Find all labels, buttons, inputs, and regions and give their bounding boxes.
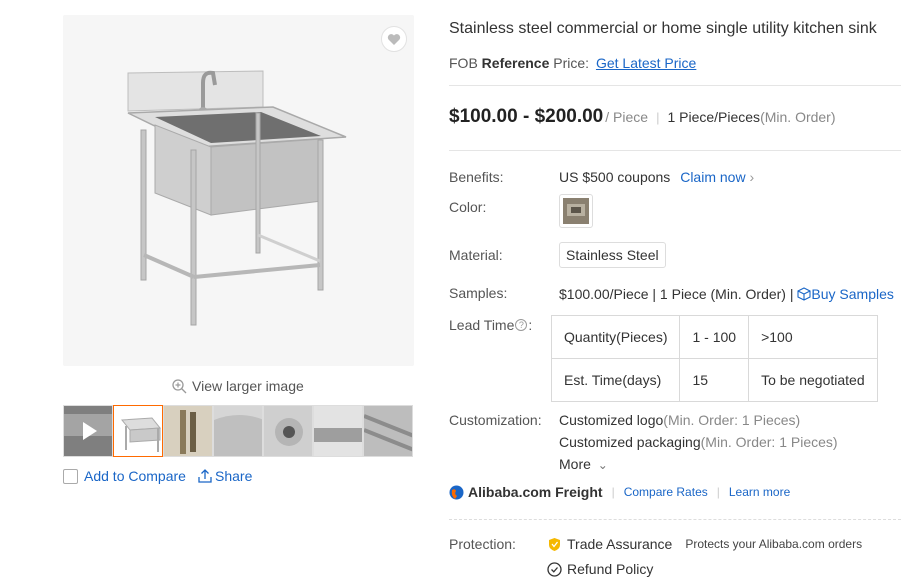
customized-packaging-row: Customized packaging(Min. Order: 1 Piece… bbox=[559, 434, 838, 450]
material-chip[interactable]: Stainless Steel bbox=[559, 242, 666, 268]
fob-prefix: FOB bbox=[449, 55, 478, 71]
material-label: Material: bbox=[449, 247, 503, 263]
table-cell: 15 bbox=[679, 358, 750, 402]
customized-packaging-note: (Min. Order: 1 Pieces) bbox=[700, 434, 838, 450]
lead-time-colon: : bbox=[528, 317, 533, 333]
compare-rates-link[interactable]: Compare Rates bbox=[624, 485, 708, 499]
divider: | bbox=[611, 485, 615, 499]
learn-more-link[interactable]: Learn more bbox=[729, 485, 790, 499]
customized-packaging: Customized packaging bbox=[559, 434, 701, 450]
view-larger-image-link[interactable]: View larger image bbox=[172, 376, 304, 396]
price-row: $100.00 - $200.00 / Piece | 1 Piece/Piec… bbox=[449, 106, 836, 128]
sink-thumbnail-art bbox=[121, 417, 161, 452]
claim-now-label: Claim now bbox=[680, 169, 746, 185]
edge-thumbnail-art bbox=[314, 406, 362, 456]
trade-assurance-icon bbox=[549, 537, 560, 551]
thumbnail-edge[interactable] bbox=[313, 405, 363, 457]
customization-label: Customization: bbox=[449, 412, 542, 428]
customized-logo: Customized logo bbox=[559, 412, 664, 428]
divider: | bbox=[716, 485, 720, 499]
compare-checkbox[interactable] bbox=[63, 468, 78, 484]
coupon-text: US $500 coupons bbox=[559, 169, 671, 185]
product-title: Stainless steel commercial or home singl… bbox=[449, 20, 877, 37]
heart-icon bbox=[387, 33, 401, 45]
zoom-in-icon bbox=[172, 378, 187, 393]
customized-logo-note: (Min. Order: 1 Pieces) bbox=[663, 412, 801, 428]
get-latest-price-link[interactable]: Get Latest Price bbox=[596, 55, 696, 71]
lead-time-label-row: Lead Time ? : bbox=[449, 317, 532, 333]
divider bbox=[449, 150, 901, 151]
price-separator: | bbox=[656, 110, 660, 125]
fob-suffix: Price: bbox=[553, 55, 590, 71]
buy-samples-link[interactable]: Buy Samples bbox=[797, 286, 894, 302]
benefits-value-row: US $500 coupons Claim now › bbox=[559, 169, 754, 185]
protection-label: Protection: bbox=[449, 536, 516, 552]
color-label: Color: bbox=[449, 199, 487, 215]
view-larger-label: View larger image bbox=[192, 378, 304, 394]
refund-policy-row[interactable]: Refund Policy bbox=[547, 561, 653, 577]
table-cell: >100 bbox=[748, 315, 878, 359]
share-label: Share bbox=[215, 468, 253, 484]
help-icon[interactable]: ? bbox=[515, 319, 528, 331]
add-to-compare[interactable]: Add to Compare bbox=[63, 468, 186, 484]
benefits-label: Benefits: bbox=[449, 169, 504, 185]
price-range: $100.00 - $200.00 bbox=[449, 106, 604, 127]
main-product-image[interactable] bbox=[63, 15, 414, 366]
lead-time-label: Lead Time bbox=[449, 317, 515, 333]
more-toggle[interactable]: More ⌄ bbox=[559, 456, 608, 472]
basin-thumbnail-art bbox=[214, 406, 262, 456]
moq: 1 Piece/Pieces bbox=[667, 109, 761, 125]
fob-price-line: FOB Reference Price: Get Latest Price bbox=[449, 55, 696, 71]
trade-assurance-label: Trade Assurance bbox=[567, 536, 673, 552]
box-icon bbox=[797, 287, 811, 301]
chevron-down-icon: ⌄ bbox=[597, 458, 608, 472]
samples-row: $100.00/Piece | 1 Piece (Min. Order) | B… bbox=[559, 286, 894, 302]
trade-assurance-note: Protects your Alibaba.com orders bbox=[685, 537, 863, 551]
share-icon bbox=[198, 469, 212, 483]
freight-brand: Alibaba.com Freight bbox=[468, 484, 603, 500]
color-swatch-image bbox=[563, 198, 589, 224]
favorite-button[interactable] bbox=[381, 26, 407, 52]
trade-assurance-row[interactable]: Trade Assurance Protects your Alibaba.co… bbox=[547, 536, 862, 552]
thumbnail-drain[interactable] bbox=[263, 405, 313, 457]
sink-illustration bbox=[127, 70, 347, 326]
divider bbox=[449, 519, 901, 520]
lead-time-table: Quantity(Pieces) 1 - 100 >100 Est. Time(… bbox=[550, 315, 878, 402]
freight-row: Alibaba.com Freight | Compare Rates | Le… bbox=[449, 484, 790, 500]
samples-label: Samples: bbox=[449, 285, 508, 301]
thumbnail-stack[interactable] bbox=[363, 405, 413, 457]
customized-logo-row: Customized logo(Min. Order: 1 Pieces) bbox=[559, 412, 800, 428]
color-swatch[interactable] bbox=[559, 194, 593, 228]
thumbnail-strip bbox=[63, 405, 415, 457]
faucet-thumbnail-art bbox=[164, 406, 212, 456]
table-cell: Quantity(Pieces) bbox=[550, 315, 681, 359]
thumbnail-video[interactable] bbox=[63, 405, 113, 457]
samples-value: $100.00/Piece | 1 Piece (Min. Order) | bbox=[559, 286, 794, 302]
table-cell: To be negotiated bbox=[748, 358, 878, 402]
table-row: Quantity(Pieces) 1 - 100 >100 bbox=[550, 315, 878, 359]
more-label: More bbox=[559, 456, 591, 472]
thumbnail-faucet[interactable] bbox=[163, 405, 213, 457]
divider bbox=[449, 85, 901, 86]
share-link[interactable]: Share bbox=[198, 468, 252, 484]
video-thumbnail-art bbox=[64, 406, 112, 456]
add-to-compare-label: Add to Compare bbox=[84, 468, 186, 484]
stack-thumbnail-art bbox=[364, 406, 412, 456]
fob-bold: Reference bbox=[481, 55, 550, 71]
check-circle-icon bbox=[547, 561, 562, 577]
drain-thumbnail-art bbox=[264, 406, 312, 456]
globe-icon bbox=[449, 485, 464, 499]
refund-policy-label: Refund Policy bbox=[567, 561, 654, 577]
claim-now-link[interactable]: Claim now › bbox=[680, 169, 754, 185]
table-cell: 1 - 100 bbox=[679, 315, 750, 359]
table-cell: Est. Time(days) bbox=[550, 358, 681, 402]
price-unit: / Piece bbox=[605, 109, 649, 125]
thumbnail-basin-corner[interactable] bbox=[213, 405, 263, 457]
thumbnail-sink-selected[interactable] bbox=[113, 405, 163, 457]
table-row: Est. Time(days) 15 To be negotiated bbox=[550, 358, 878, 402]
buy-samples-label: Buy Samples bbox=[811, 286, 894, 302]
moq-note: (Min. Order) bbox=[760, 109, 836, 125]
chevron-right-icon: › bbox=[749, 169, 755, 185]
